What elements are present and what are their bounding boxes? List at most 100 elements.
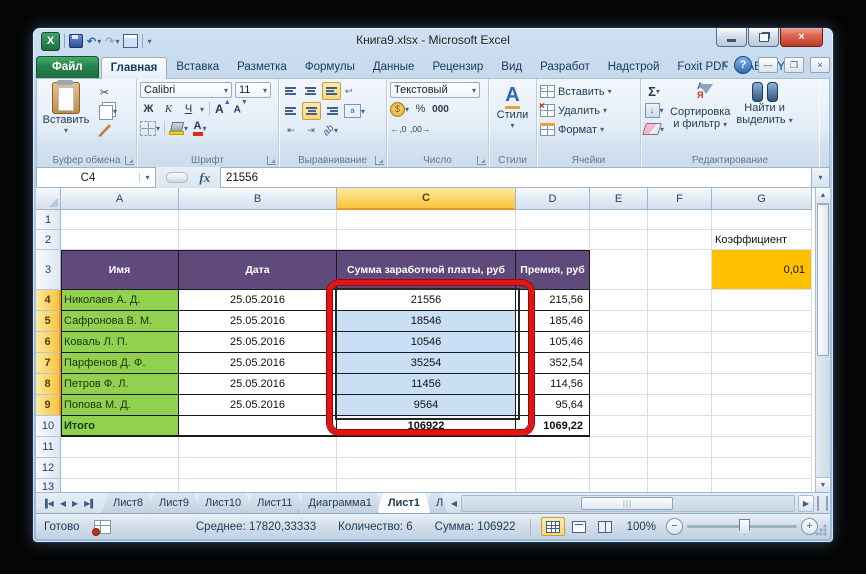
cell-F6[interactable] (648, 332, 712, 353)
cell-F2[interactable] (648, 230, 712, 250)
row-header-3[interactable]: 3 (36, 250, 61, 290)
column-header-D[interactable]: D (516, 188, 590, 210)
row-header-9[interactable]: 9 (36, 395, 61, 416)
row-header-1[interactable]: 1 (36, 210, 61, 230)
cell-F9[interactable] (648, 395, 712, 416)
cell-A7[interactable]: Парфенов Д. Ф. (61, 353, 179, 374)
accounting-format-button[interactable]: $▾ (390, 101, 409, 117)
font-name-combo[interactable]: Calibri▾ (140, 82, 232, 98)
row-header-5[interactable]: 5 (36, 311, 61, 332)
cell-D11[interactable] (516, 437, 590, 458)
normal-view-button[interactable] (541, 517, 565, 536)
align-center-button[interactable] (302, 102, 321, 120)
align-bottom-button[interactable] (322, 82, 341, 100)
insert-function-icon[interactable]: fx (199, 170, 210, 186)
cell-A13[interactable] (61, 479, 179, 493)
cell-C10[interactable]: 106922 (337, 416, 516, 437)
fill-color-button[interactable]: ▾ (169, 120, 188, 136)
format-painter-button[interactable] (96, 122, 113, 138)
cell-G12[interactable] (712, 458, 812, 479)
cell-styles-button[interactable]: А Стили ▾ (492, 82, 533, 130)
column-header-C[interactable]: C (337, 188, 516, 210)
cell-G11[interactable] (712, 437, 812, 458)
formula-input[interactable] (220, 167, 811, 188)
minimize-button[interactable] (716, 28, 747, 47)
tab-Вид[interactable]: Вид (492, 57, 531, 78)
paste-button[interactable]: Вставить▾ (40, 82, 92, 138)
bold-button[interactable]: Ж (140, 101, 157, 117)
zoom-slider[interactable] (687, 525, 797, 528)
scroll-up-icon[interactable]: ▲ (816, 188, 830, 204)
number-format-combo[interactable]: Текстовый▾ (390, 82, 480, 98)
orientation-button[interactable]: ab▾ (322, 122, 339, 138)
sheet-tab-Лист11[interactable]: Лист11 (246, 493, 303, 514)
cell-B1[interactable] (179, 210, 337, 230)
zoom-slider-thumb[interactable] (739, 519, 750, 535)
cell-D5[interactable]: 185,46 (516, 311, 590, 332)
row-header-6[interactable]: 6 (36, 332, 61, 353)
cell-C3[interactable]: Сумма заработной платы, руб (337, 250, 516, 290)
cell-C4[interactable]: 21556 (337, 290, 516, 311)
row-header-2[interactable]: 2 (36, 230, 61, 250)
row-header-4[interactable]: 4 (36, 290, 61, 311)
sheet-tab-Лист1[interactable]: Лист1 (377, 493, 431, 514)
cell-D12[interactable] (516, 458, 590, 479)
cell-D7[interactable]: 352,54 (516, 353, 590, 374)
cell-C9[interactable]: 9564 (337, 395, 516, 416)
cell-D3[interactable]: Премия, руб (516, 250, 590, 290)
column-header-G[interactable]: G (712, 188, 812, 210)
cell-D2[interactable] (516, 230, 590, 250)
row-header-7[interactable]: 7 (36, 353, 61, 374)
cell-G13[interactable] (712, 479, 812, 493)
cell-B9[interactable]: 25.05.2016 (179, 395, 337, 416)
cell-G9[interactable] (712, 395, 812, 416)
tab-Foxit PDF[interactable]: Foxit PDF (668, 57, 737, 78)
cell-G1[interactable] (712, 210, 812, 230)
decrease-decimal-button[interactable]: ,00→ (410, 121, 430, 137)
cell-B12[interactable] (179, 458, 337, 479)
borders-button[interactable]: ▾ (140, 120, 160, 136)
cell-B3[interactable]: Дата (179, 250, 337, 290)
row-header-13[interactable]: 13 (36, 479, 61, 493)
customize-qat-button[interactable]: ▾ (147, 37, 151, 46)
tab-Рецензир[interactable]: Рецензир (423, 57, 492, 78)
format-cells-button[interactable]: Формат▾ (540, 120, 637, 139)
cell-C2[interactable] (337, 230, 516, 250)
cell-C12[interactable] (337, 458, 516, 479)
cell-E5[interactable] (590, 311, 648, 332)
cell-D10[interactable]: 1069,22 (516, 416, 590, 437)
cell-G3[interactable]: 0,01 (712, 250, 812, 290)
cell-C13[interactable] (337, 479, 516, 493)
vertical-scrollbar[interactable]: ▲ ▼ (815, 188, 830, 493)
cell-A8[interactable]: Петров Ф. Л. (61, 374, 179, 395)
cell-A10[interactable]: Итого (61, 416, 179, 437)
insert-cells-button[interactable]: Вставить▾ (540, 82, 637, 101)
excel-logo-icon[interactable]: X (41, 32, 60, 51)
tab-Вставка[interactable]: Вставка (167, 57, 228, 78)
row-header-12[interactable]: 12 (36, 458, 61, 479)
align-middle-button[interactable] (302, 83, 319, 99)
column-header-F[interactable]: F (648, 188, 712, 210)
row-header-8[interactable]: 8 (36, 374, 61, 395)
cell-C7[interactable]: 35254 (337, 353, 516, 374)
cell-E3[interactable] (590, 250, 648, 290)
tab-Разработ[interactable]: Разработ (531, 57, 599, 78)
cell-B8[interactable]: 25.05.2016 (179, 374, 337, 395)
cell-F8[interactable] (648, 374, 712, 395)
cell-E2[interactable] (590, 230, 648, 250)
cell-F13[interactable] (648, 479, 712, 493)
table-tool-button[interactable] (123, 34, 138, 48)
cell-A4[interactable]: Николаев А. Д. (61, 290, 179, 311)
tab-splitter-handle[interactable] (817, 496, 828, 511)
italic-button[interactable]: К (160, 101, 177, 117)
redo-button[interactable]: ↷▾ (105, 35, 119, 48)
clear-button[interactable]: ▾ (644, 121, 664, 137)
cell-B10[interactable] (179, 416, 337, 437)
tab-Формулы[interactable]: Формулы (296, 57, 364, 78)
page-break-view-button[interactable] (593, 517, 617, 536)
cell-E11[interactable] (590, 437, 648, 458)
find-select-button[interactable]: Найти ивыделить ▾ (736, 82, 792, 137)
font-dialog-launcher[interactable] (267, 156, 276, 165)
horizontal-scrollbar[interactable]: ||| (461, 495, 795, 512)
cell-B2[interactable] (179, 230, 337, 250)
